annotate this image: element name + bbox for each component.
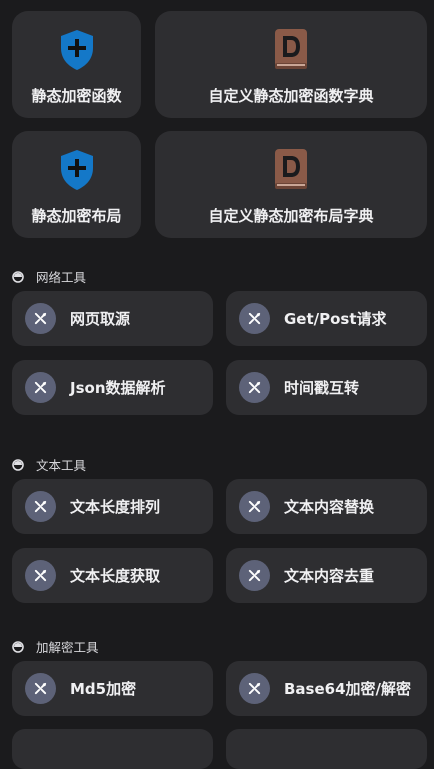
tool-label: 文本长度排列 [70, 498, 161, 516]
dictionary-book-icon [269, 27, 313, 73]
tool-card-partial[interactable] [12, 729, 213, 769]
tools-icon [239, 372, 270, 403]
tool-text-length-sort[interactable]: 文本长度排列 [12, 479, 213, 534]
card-label: 静态加密布局 [31, 207, 122, 225]
tools-icon [239, 560, 270, 591]
card-custom-static-encrypt-layout-dict[interactable]: 自定义静态加密布局字典 [155, 131, 427, 238]
tools-icon [239, 673, 270, 704]
tool-timestamp-convert[interactable]: 时间戳互转 [226, 360, 427, 415]
card-label: 自定义静态加密函数字典 [208, 87, 374, 105]
tool-json-parse[interactable]: Json数据解析 [12, 360, 213, 415]
shield-plus-icon [55, 147, 99, 193]
section-swirl-icon [12, 640, 24, 653]
card-label: 自定义静态加密布局字典 [208, 207, 374, 225]
tool-text-dedupe[interactable]: 文本内容去重 [226, 548, 427, 603]
tools-icon [25, 560, 56, 591]
section-header-text-tools: 文本工具 [12, 455, 86, 474]
tool-label: Json数据解析 [70, 379, 166, 397]
dictionary-book-icon [269, 147, 313, 193]
section-title: 文本工具 [36, 458, 87, 473]
tool-text-length-get[interactable]: 文本长度获取 [12, 548, 213, 603]
card-custom-static-encrypt-function-dict[interactable]: 自定义静态加密函数字典 [155, 11, 427, 118]
tools-icon [239, 491, 270, 522]
section-header-crypto-tools: 加解密工具 [12, 637, 99, 656]
tool-label: 网页取源 [70, 310, 131, 328]
card-static-encrypt-layout[interactable]: 静态加密布局 [12, 131, 141, 238]
tools-icon [25, 491, 56, 522]
tools-icon [25, 303, 56, 334]
tool-label: 时间戳互转 [284, 379, 360, 397]
tool-base64[interactable]: Base64加密/解密 [226, 661, 427, 716]
section-title: 加解密工具 [36, 640, 99, 655]
tool-text-replace[interactable]: 文本内容替换 [226, 479, 427, 534]
tools-icon [25, 673, 56, 704]
tool-label: 文本内容去重 [284, 567, 375, 585]
section-swirl-icon [12, 458, 24, 471]
section-header-network-tools: 网络工具 [12, 267, 86, 286]
tools-icon [25, 372, 56, 403]
card-label: 静态加密函数 [31, 87, 122, 105]
tool-label: 文本内容替换 [284, 498, 375, 516]
tool-md5-encrypt[interactable]: Md5加密 [12, 661, 213, 716]
section-swirl-icon [12, 270, 24, 283]
tool-get-post-request[interactable]: Get/Post请求 [226, 291, 427, 346]
tool-label: 文本长度获取 [70, 567, 161, 585]
tools-icon [239, 303, 270, 334]
tool-label: Base64加密/解密 [284, 680, 412, 698]
tool-web-source[interactable]: 网页取源 [12, 291, 213, 346]
section-title: 网络工具 [36, 270, 87, 285]
shield-plus-icon [55, 27, 99, 73]
tool-label: Md5加密 [70, 680, 137, 698]
tool-label: Get/Post请求 [284, 310, 387, 328]
tool-card-partial[interactable] [226, 729, 427, 769]
card-static-encrypt-function[interactable]: 静态加密函数 [12, 11, 141, 118]
